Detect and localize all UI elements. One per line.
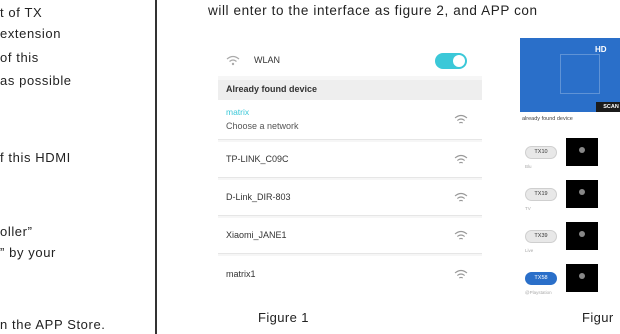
left-text-line: oller” xyxy=(0,224,33,239)
device-subtitle: Blu xyxy=(525,164,532,169)
device-preview xyxy=(566,138,598,166)
network-subtitle: Choose a network xyxy=(226,121,299,131)
network-name: TP-LINK_C09C xyxy=(226,154,289,164)
network-name: matrix1 xyxy=(226,269,256,279)
device-row[interactable]: TX19 TV xyxy=(520,180,620,224)
left-text-line: as possible xyxy=(0,73,72,88)
network-name: matrix xyxy=(226,107,250,117)
device-row[interactable]: TX39 Live xyxy=(520,222,620,266)
device-preview xyxy=(566,264,598,292)
network-row[interactable]: matrix Choose a network xyxy=(218,100,482,140)
left-text-line: t of TX xyxy=(0,5,43,20)
wlan-toggle[interactable] xyxy=(435,53,467,69)
found-device-header: Already found device xyxy=(218,80,482,100)
found-device-label: already found device xyxy=(522,116,573,122)
figure1-caption: Figure 1 xyxy=(258,310,309,325)
network-row[interactable]: D-Link_DIR-803 xyxy=(218,180,482,216)
wlan-bar: WLAN xyxy=(218,46,482,76)
left-text-line: ” by your xyxy=(0,245,56,260)
figure1-wifi-screen: WLAN Already found device matrix Choose … xyxy=(218,46,482,294)
wifi-icon xyxy=(226,55,240,66)
device-preview xyxy=(566,180,598,208)
app-header: HD SCAN xyxy=(520,38,620,112)
left-text-line: of this xyxy=(0,50,39,65)
device-button[interactable]: TX19 xyxy=(525,188,557,201)
wifi-signal-icon xyxy=(454,114,468,124)
wifi-signal-icon xyxy=(454,230,468,240)
scan-button[interactable]: SCAN xyxy=(596,102,620,112)
device-preview xyxy=(566,222,598,250)
device-button[interactable]: TX58 xyxy=(525,272,557,285)
figure2-app-screen: HD SCAN already found device TX10 Blu TX… xyxy=(520,38,620,300)
device-button[interactable]: TX39 xyxy=(525,230,557,243)
device-subtitle: Live xyxy=(525,248,534,253)
column-divider xyxy=(155,0,157,334)
device-row[interactable]: TX10 Blu xyxy=(520,138,620,182)
device-button[interactable]: TX10 xyxy=(525,146,557,159)
wifi-signal-icon xyxy=(454,154,468,164)
left-text-column: t of TX extension of this as possible f … xyxy=(0,0,150,334)
network-row[interactable]: Xiaomi_JANE1 xyxy=(218,218,482,254)
left-text-line: f this HDMI xyxy=(0,150,71,165)
found-device-label: Already found device xyxy=(226,84,318,94)
device-row[interactable]: TX58 @Playstation xyxy=(520,264,620,300)
device-subtitle: TV xyxy=(525,206,531,211)
device-subtitle: @Playstation xyxy=(525,290,552,295)
app-title: HD xyxy=(595,45,607,54)
network-name: D-Link_DIR-803 xyxy=(226,192,291,202)
network-row[interactable]: TP-LINK_C09C xyxy=(218,142,482,178)
network-name: Xiaomi_JANE1 xyxy=(226,230,287,240)
wifi-signal-icon xyxy=(454,269,468,279)
wifi-signal-icon xyxy=(454,192,468,202)
left-text-line: extension xyxy=(0,26,62,41)
left-text-line: n the APP Store. xyxy=(0,317,106,332)
network-row[interactable]: matrix1 xyxy=(218,256,482,294)
figure2-caption: Figur xyxy=(582,310,614,325)
wlan-label: WLAN xyxy=(254,55,281,65)
body-text-line: will enter to the interface as figure 2,… xyxy=(208,3,538,18)
toggle-knob xyxy=(453,55,465,67)
app-header-graphic xyxy=(560,54,600,94)
